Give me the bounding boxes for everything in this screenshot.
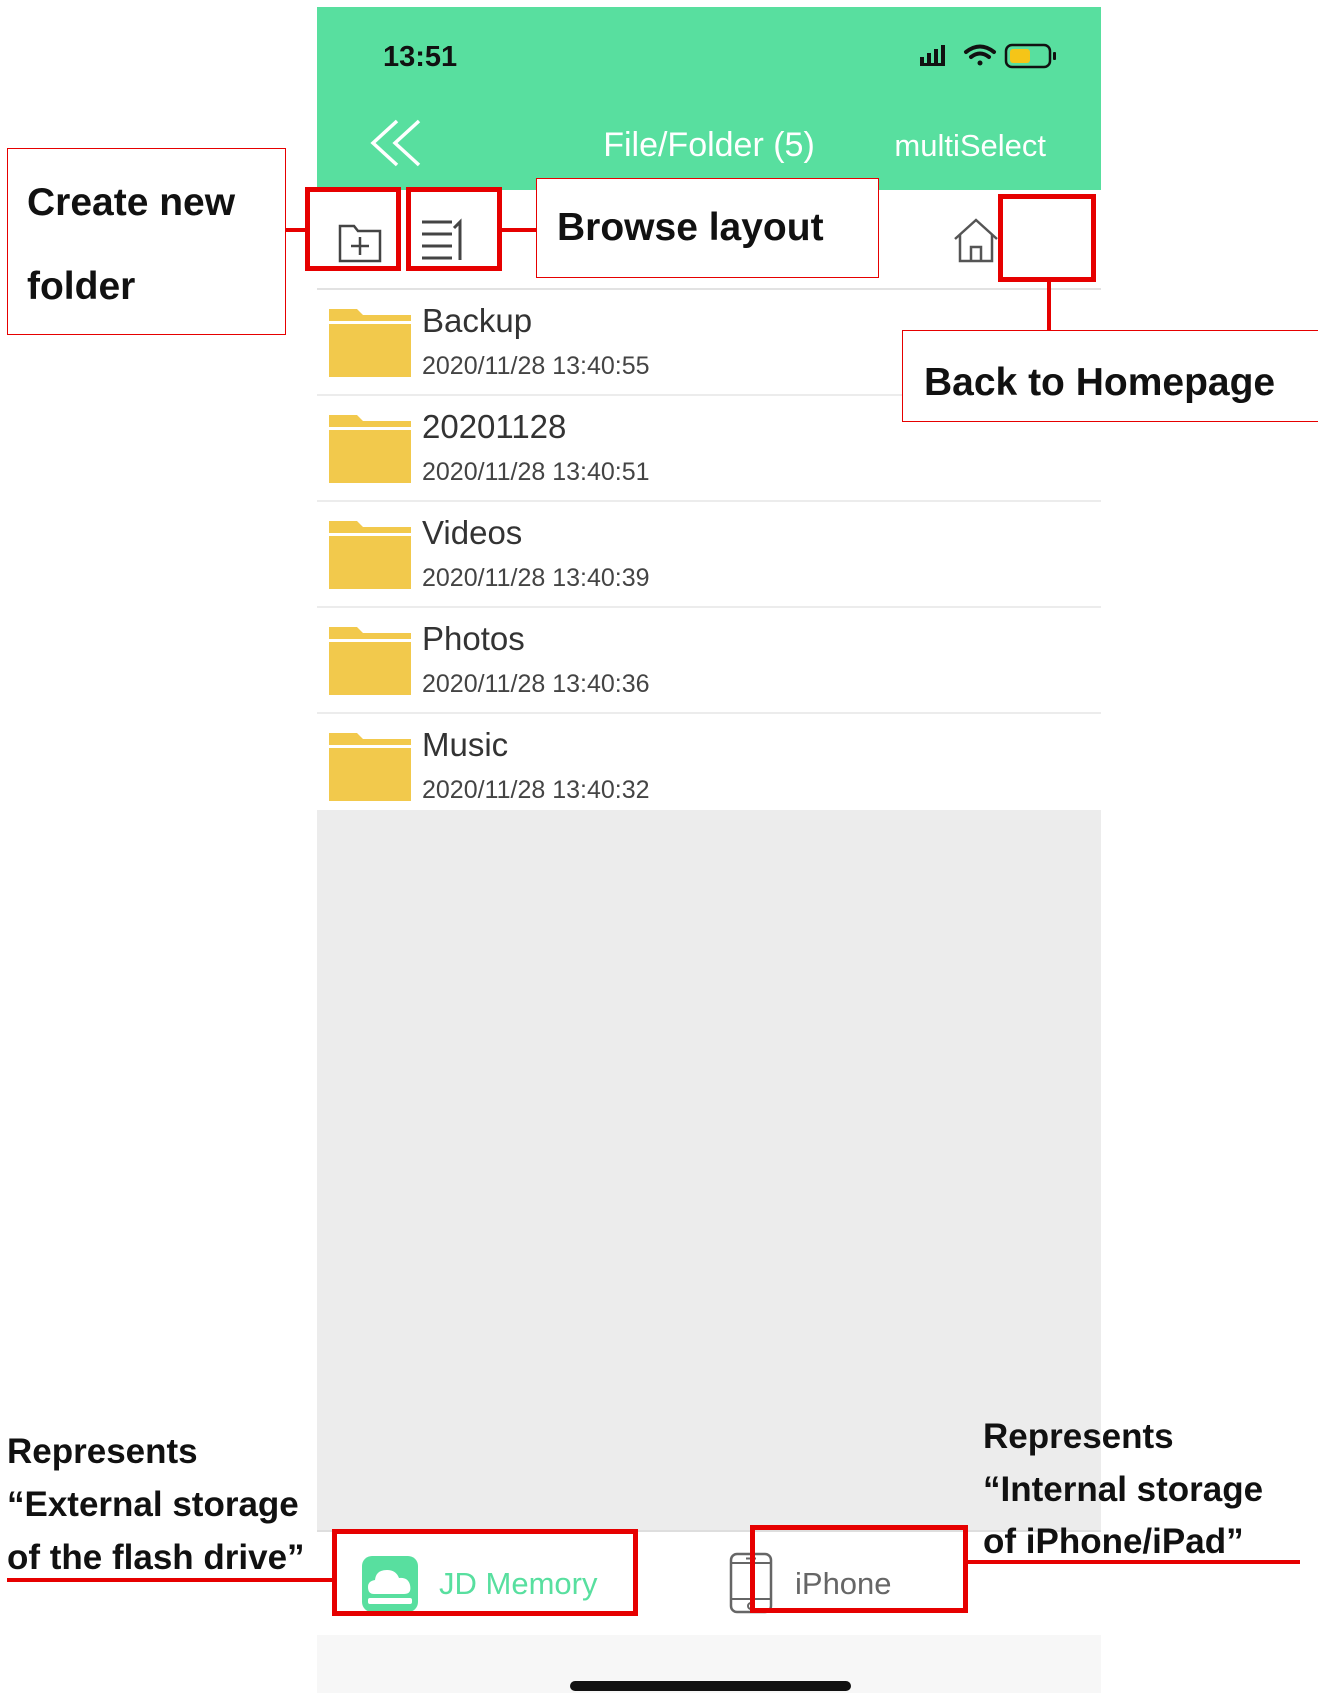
annotation-text: Represents xyxy=(983,1417,1174,1456)
folder-icon xyxy=(329,627,411,695)
folder-icon xyxy=(329,521,411,589)
file-name: Music xyxy=(422,726,509,763)
signal-icon xyxy=(920,45,945,66)
home-indicator xyxy=(570,1681,851,1691)
annotation-highlight-jd-memory xyxy=(332,1529,638,1616)
file-date: 2020/11/28 13:40:32 xyxy=(422,776,650,804)
annotation-connector xyxy=(286,228,306,232)
annotation-highlight-browse-layout xyxy=(406,187,502,271)
file-date: 2020/11/28 13:40:55 xyxy=(422,352,650,380)
folder-icon xyxy=(329,415,411,483)
list-item[interactable]: Videos 2020/11/28 13:40:39 xyxy=(317,502,1101,608)
annotation-text: “Internal storage xyxy=(983,1470,1264,1509)
annotation-text: Browse layout xyxy=(557,206,824,249)
file-name: Backup xyxy=(422,302,533,339)
file-name: Videos xyxy=(422,514,523,551)
list-item[interactable]: Music 2020/11/28 13:40:32 xyxy=(317,714,1101,818)
annotation-highlight-home xyxy=(998,194,1096,282)
annotation-create-folder: Create new folder xyxy=(7,148,286,335)
annotation-text: Create new xyxy=(27,181,236,224)
status-icons xyxy=(920,43,1056,69)
annotation-text: Back to Homepage xyxy=(924,361,1276,404)
annotation-text: Represents xyxy=(7,1432,198,1471)
folder-icon xyxy=(329,309,411,377)
annotation-text: folder xyxy=(27,265,136,308)
annotation-text: of iPhone/iPad” xyxy=(983,1522,1244,1561)
file-date: 2020/11/28 13:40:51 xyxy=(422,458,650,486)
battery-icon xyxy=(1004,43,1056,69)
file-name: Photos xyxy=(422,620,525,657)
status-time: 13:51 xyxy=(383,41,458,73)
annotation-underline xyxy=(967,1560,1300,1564)
home-icon[interactable] xyxy=(951,216,1001,266)
annotation-text: “External storage xyxy=(7,1485,299,1524)
app-header: 13:51 File/Folder (5) multiSelect xyxy=(317,7,1101,190)
annotation-connector xyxy=(1047,282,1051,330)
folder-icon xyxy=(329,733,411,801)
annotation-back-home: Back to Homepage xyxy=(902,330,1318,422)
annotation-highlight-new-folder xyxy=(305,187,401,271)
annotation-text: of the flash drive” xyxy=(7,1538,305,1577)
annotation-connector xyxy=(502,228,536,232)
file-date: 2020/11/28 13:40:39 xyxy=(422,564,650,592)
annotation-underline xyxy=(7,1578,333,1582)
file-name: 20201128 xyxy=(422,408,567,445)
annotation-highlight-iphone xyxy=(750,1525,968,1613)
wifi-icon xyxy=(964,44,996,66)
multi-select-button[interactable]: multiSelect xyxy=(894,128,1046,164)
list-item[interactable]: Photos 2020/11/28 13:40:36 xyxy=(317,608,1101,714)
annotation-browse-layout: Browse layout xyxy=(536,178,879,278)
file-date: 2020/11/28 13:40:36 xyxy=(422,670,650,698)
